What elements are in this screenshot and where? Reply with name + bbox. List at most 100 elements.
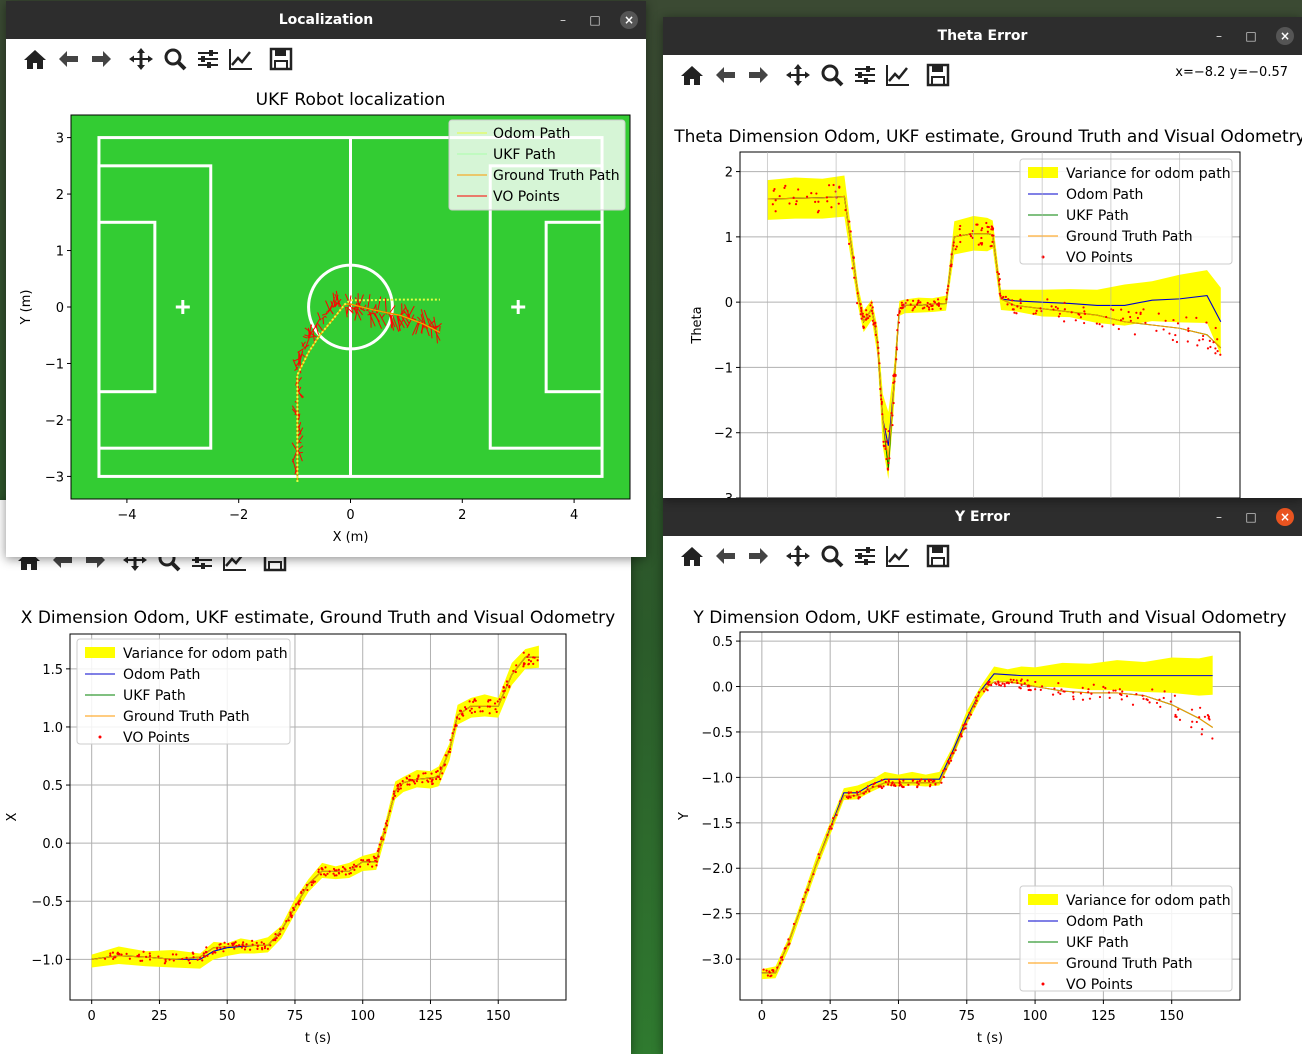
vo-point <box>1029 689 1032 692</box>
legend-label: Variance for odom path <box>1066 893 1231 909</box>
vo-point <box>877 352 880 355</box>
vo-point <box>869 304 872 307</box>
vo-point <box>1072 698 1075 701</box>
vo-point <box>172 959 175 962</box>
vo-point <box>980 229 983 232</box>
vo-point <box>839 800 842 803</box>
y-tick-label: −2.0 <box>701 862 733 877</box>
y-axis-label: Y (m) <box>19 290 34 326</box>
x-tick-label: 50 <box>219 1009 236 1024</box>
y-tick-label: 1 <box>725 231 733 246</box>
vo-point <box>959 233 962 237</box>
vo-point <box>826 833 829 837</box>
vo-point <box>411 779 414 782</box>
vo-point <box>332 872 335 875</box>
legend-label: Ground Truth Path <box>493 168 620 184</box>
localization-window[interactable]: Localization – □ × −4 −2 0 2 4 3 2 1 0 −1 −2 −3 UKF … <box>6 1 646 557</box>
vo-point <box>449 738 452 742</box>
legend-marker-vo <box>98 735 102 739</box>
vo-point <box>398 782 402 785</box>
vo-point <box>916 780 919 783</box>
y-error-window[interactable]: Y Error – □ × 0 25 50 75 100 125 150 0.5 0.0 −0.5… <box>663 498 1302 1054</box>
vo-point <box>164 960 167 963</box>
vo-point <box>975 223 978 226</box>
vo-point <box>437 775 441 779</box>
vo-point <box>441 772 444 775</box>
vo-point <box>305 883 308 887</box>
vo-point <box>354 865 357 868</box>
vo-point <box>955 245 958 248</box>
x-tick-label: −4 <box>117 508 136 523</box>
vo-point <box>1190 726 1193 729</box>
vo-point <box>896 313 899 317</box>
vo-point <box>269 944 272 947</box>
vo-point <box>272 939 275 942</box>
vo-point <box>431 782 434 786</box>
y-tick-label: 0 <box>56 301 64 316</box>
vo-point <box>814 200 817 204</box>
vo-point <box>865 313 868 316</box>
vo-point <box>1208 718 1211 721</box>
vo-point <box>1120 308 1123 311</box>
theta-error-figure[interactable]: 2 1 0 −1 −2 −3 Theta Dimension Odom, UKF estim… <box>663 17 1302 498</box>
vo-point <box>895 358 898 361</box>
vo-point <box>1010 681 1014 684</box>
vo-point <box>899 306 902 310</box>
vo-point <box>880 786 884 790</box>
x-error-figure[interactable]: 0 25 50 75 100 125 150 1.5 1.0 0.5 0.0 −0.5 −1.0 X Di… <box>0 500 631 1054</box>
vo-point <box>817 853 820 856</box>
vo-point <box>1083 312 1087 315</box>
vo-point <box>463 706 467 709</box>
y-error-figure[interactable]: 0 25 50 75 100 125 150 0.5 0.0 −0.5 −1.0 −1.5 −2.0 −2… <box>663 498 1302 1054</box>
x-tick-label: 2 <box>458 508 466 523</box>
vo-point <box>990 683 993 687</box>
vo-point <box>865 309 868 312</box>
vo-point <box>289 911 292 914</box>
vo-point <box>227 942 230 946</box>
vo-point <box>187 959 190 962</box>
vo-point <box>1176 322 1180 325</box>
theta-error-window[interactable]: Theta Error – □ × x=−8.2 y=−0.57 2 1 0 −1 −2… <box>663 17 1302 498</box>
vo-point <box>1185 316 1188 319</box>
vo-point <box>997 681 1000 684</box>
vo-point <box>872 322 876 325</box>
legend-label: Odom Path <box>1066 187 1143 203</box>
vo-point <box>860 306 863 310</box>
vo-point <box>512 669 515 673</box>
vo-point <box>883 445 886 448</box>
vo-point <box>427 780 430 783</box>
vo-point <box>877 346 880 349</box>
vo-point <box>1082 306 1085 309</box>
vo-point <box>965 723 968 726</box>
vo-point <box>974 696 977 699</box>
vo-point <box>919 301 922 304</box>
vo-point <box>804 891 807 894</box>
vo-point <box>1000 297 1004 300</box>
vo-point <box>1159 705 1162 708</box>
localization-figure[interactable]: −4 −2 0 2 4 3 2 1 0 −1 −2 −3 UKF Robot localization X… <box>6 1 646 557</box>
vo-point <box>529 660 533 663</box>
vo-point <box>897 321 901 324</box>
vo-point <box>949 756 952 760</box>
vo-point <box>884 780 887 784</box>
vo-point <box>987 680 990 684</box>
vo-point <box>1053 687 1056 690</box>
vo-point <box>893 783 896 786</box>
vo-point <box>1171 338 1174 342</box>
vo-point <box>472 700 475 704</box>
vo-point <box>1019 687 1022 690</box>
vo-point <box>954 748 957 752</box>
legend-label: UKF Path <box>1066 208 1129 224</box>
vo-point <box>399 787 402 790</box>
vo-point <box>862 326 866 329</box>
vo-point <box>175 953 178 956</box>
vo-point <box>849 796 852 799</box>
vo-point <box>906 299 909 302</box>
vo-point <box>855 790 859 793</box>
vo-point <box>1063 308 1066 311</box>
vo-point <box>1207 715 1210 718</box>
vo-point <box>1087 688 1090 691</box>
vo-point <box>1054 305 1057 309</box>
vo-point <box>911 779 914 782</box>
x-error-window[interactable]: 0 25 50 75 100 125 150 1.5 1.0 0.5 0.0 −0.5 −1.0 X Di… <box>0 500 631 1054</box>
